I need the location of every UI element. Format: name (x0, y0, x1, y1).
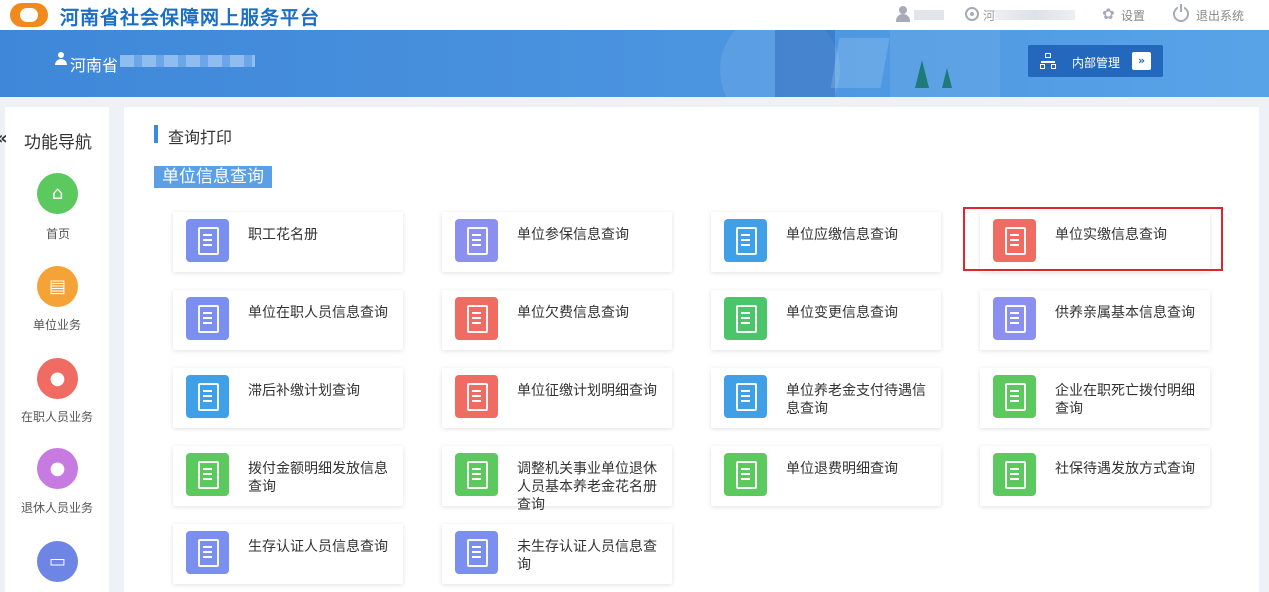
document-change-icon (724, 297, 767, 340)
query-card-label: 单位在职人员信息查询 (248, 305, 388, 321)
receipt-icon (186, 453, 229, 496)
query-card[interactable]: 生存认证人员信息查询 (173, 524, 403, 584)
person-icon: ● (49, 458, 66, 479)
people-icon: ● (49, 368, 66, 389)
yen-invoice-icon (724, 219, 767, 262)
query-card[interactable]: 社保待遇发放方式查询 (980, 446, 1210, 506)
gear-icon[interactable]: ✿ (1102, 6, 1115, 22)
query-card-label: 滞后补缴计划查询 (248, 383, 360, 399)
query-card-label: 单位变更信息查询 (786, 305, 898, 321)
schedule-icon (186, 375, 229, 418)
query-card-label: 职工花名册 (248, 227, 318, 243)
sidebar-item-label[interactable]: 退休人员业务 (21, 499, 93, 516)
query-card-label: 社保待遇发放方式查询 (1055, 461, 1195, 477)
office-building-icon (186, 297, 229, 340)
query-card-label: 单位养老金支付待遇信息查询 (786, 383, 926, 417)
sidebar-item-retiree-business[interactable]: ● (37, 448, 78, 489)
query-card[interactable]: 单位在职人员信息查询 (173, 290, 403, 350)
query-card[interactable]: 滞后补缴计划查询 (173, 368, 403, 428)
query-card-label: 生存认证人员信息查询 (248, 539, 388, 555)
query-card-label: 企业在职死亡拨付明细查询 (1055, 383, 1195, 417)
internal-management-label[interactable]: 内部管理 (1072, 54, 1120, 71)
query-card[interactable]: 单位变更信息查询 (711, 290, 941, 350)
query-card-label: 单位退费明细查询 (786, 461, 898, 477)
subsection-title: 单位信息查询 (154, 166, 272, 188)
query-card-label: 调整机关事业单位退休人员基本养老金花名册查询 (517, 461, 657, 513)
query-card[interactable]: 未生存认证人员信息查询 (442, 524, 672, 584)
query-card-label: 单位征缴计划明细查询 (517, 383, 657, 399)
printer-icon: ▭ (48, 551, 66, 572)
verify-doc-icon (455, 531, 498, 574)
section-marker (154, 125, 158, 143)
selection-highlight (963, 207, 1223, 271)
money-bag-icon (993, 453, 1036, 496)
query-card-label: 单位应缴信息查询 (786, 227, 898, 243)
logout-link[interactable]: 退出系统 (1196, 7, 1244, 24)
sidebar-item-employed-business[interactable]: ● (37, 358, 78, 399)
section-title: 查询打印 (168, 128, 233, 147)
location-text: 河 (983, 9, 996, 23)
verify-doc-icon (186, 531, 229, 574)
sidebar-title: 功能导航 (24, 133, 92, 153)
sidebar-item-label[interactable]: 在职人员业务 (21, 408, 93, 425)
query-card[interactable]: 单位应缴信息查询 (711, 212, 941, 272)
redacted-location (995, 10, 1075, 20)
clipboard-icon (455, 219, 498, 262)
query-card-label: 拨付金额明细发放信息查询 (248, 461, 388, 495)
query-card-label: 单位参保信息查询 (517, 227, 629, 243)
sidebar-item-label[interactable]: 首页 (46, 225, 70, 242)
location-icon (965, 7, 979, 21)
app-title: 河南省社会保障网上服务平台 (60, 7, 321, 29)
calculator-icon (724, 375, 767, 418)
sidebar-item-home[interactable]: ⌂ (37, 173, 78, 214)
query-card[interactable]: 单位欠费信息查询 (442, 290, 672, 350)
query-card[interactable]: 单位养老金支付待遇信息查询 (711, 368, 941, 428)
query-card-label: 未生存认证人员信息查询 (517, 539, 657, 573)
query-card[interactable]: 单位参保信息查询 (442, 212, 672, 272)
query-card[interactable]: 职工花名册 (173, 212, 403, 272)
top-bar: 河南省社会保障网上服务平台 河 ✿ 设置 退出系统 (0, 0, 1269, 30)
tree-icon (915, 60, 929, 88)
query-card[interactable]: 供养亲属基本信息查询 (980, 290, 1210, 350)
tree-icon (942, 68, 952, 88)
sidebar-item-unit-business[interactable]: ▤ (37, 266, 78, 307)
si-logo-icon (10, 3, 48, 27)
query-card[interactable]: 单位退费明细查询 (711, 446, 941, 506)
query-card-label: 供养亲属基本信息查询 (1055, 305, 1195, 321)
heart-icon (993, 375, 1036, 418)
user-icon (896, 6, 910, 22)
power-icon[interactable] (1173, 4, 1189, 22)
redacted-username (914, 10, 944, 20)
settings-link[interactable]: 设置 (1121, 7, 1145, 24)
org-name: 河南省 (70, 56, 119, 75)
building-icon: ▤ (48, 276, 66, 297)
refund-icon (724, 453, 767, 496)
redacted-org-name (120, 55, 255, 67)
query-card[interactable]: 单位征缴计划明细查询 (442, 368, 672, 428)
query-card-label: 单位欠费信息查询 (517, 305, 629, 321)
clipboard-icon (993, 297, 1036, 340)
sidebar-item-label[interactable]: 单位业务 (33, 316, 81, 333)
query-card[interactable]: 企业在职死亡拨付明细查询 (980, 368, 1210, 428)
printer-icon (455, 297, 498, 340)
query-card[interactable]: 调整机关事业单位退休人员基本养老金花名册查询 (442, 446, 672, 513)
org-chart-icon (1040, 53, 1056, 69)
money-bag-icon (455, 453, 498, 496)
checklist-icon (455, 375, 498, 418)
sidebar-item-print[interactable]: ▭ (37, 541, 78, 582)
roster-icon (186, 219, 229, 262)
chevron-down-icon[interactable]: » (1132, 52, 1151, 70)
home-icon: ⌂ (51, 183, 64, 204)
query-card[interactable]: 拨付金额明细发放信息查询 (173, 446, 403, 506)
org-user-icon (55, 52, 67, 65)
collapse-sidebar-icon[interactable]: « (0, 128, 8, 149)
